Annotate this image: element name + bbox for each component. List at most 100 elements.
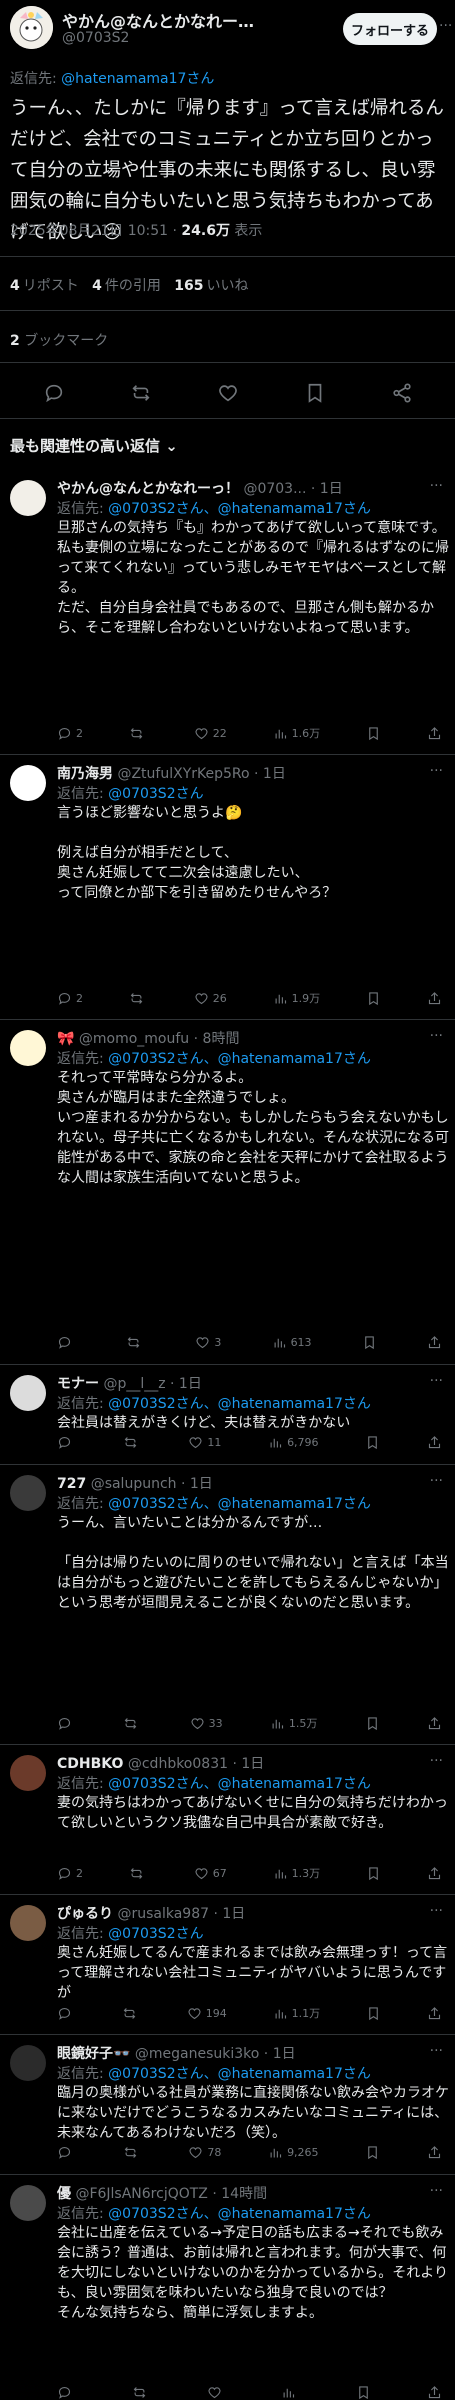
reply-time[interactable]: · 14時間: [212, 2186, 267, 2202]
author-name[interactable]: やかん@なんとかなれー…: [62, 8, 254, 32]
reply-time[interactable]: · 1日: [170, 1376, 202, 1392]
reply-button[interactable]: 2: [57, 1866, 83, 1881]
repost-button[interactable]: [129, 1866, 148, 1881]
reply-button[interactable]: [57, 1435, 76, 1450]
more-icon[interactable]: ···: [439, 18, 452, 34]
reply-item[interactable]: 🎀 @momo_moufu · 8時間 返信先: @0703S2さん、@hate…: [0, 1020, 455, 1365]
reply-item[interactable]: ぴゅるり @rusalka987 · 1日 返信先: @0703S2さん 奥さん…: [0, 1895, 455, 2035]
post-timestamp[interactable]: 2025年08月21日 10:51 ·: [10, 223, 181, 239]
views-button[interactable]: 9,265: [268, 2145, 319, 2160]
reply-time[interactable]: · 1日: [254, 766, 286, 782]
reply-author-handle[interactable]: @0703...: [243, 481, 306, 497]
reply-author-name[interactable]: 優: [57, 2186, 71, 2202]
reply-author-name[interactable]: やかん@なんとかなれーっ！: [57, 481, 239, 497]
author-avatar[interactable]: [10, 6, 53, 49]
reply-to-handle[interactable]: @hatenamama17さん: [61, 71, 214, 87]
bookmark-icon[interactable]: [304, 382, 326, 404]
reply-author-handle[interactable]: @cdhbko0831: [128, 1756, 228, 1772]
reply-author-name[interactable]: 眼鏡好子👓: [57, 2046, 130, 2062]
bookmark-button[interactable]: [366, 1866, 381, 1881]
reply-to-handles[interactable]: @0703S2さん、@hatenamama17さん: [108, 1776, 371, 1792]
reply-button[interactable]: [57, 2385, 76, 2400]
bookmark-button[interactable]: [356, 2385, 371, 2400]
reply-author-handle[interactable]: @ZtufulXYrKep5Ro: [117, 766, 249, 782]
reply-to-handles[interactable]: @0703S2さん、@hatenamama17さん: [108, 1396, 371, 1412]
share-button[interactable]: [427, 1866, 442, 1881]
like-button[interactable]: 11: [188, 1435, 221, 1450]
like-button[interactable]: 78: [188, 2145, 221, 2160]
bookmark-button[interactable]: [365, 2145, 380, 2160]
reply-item[interactable]: 眼鏡好子👓 @meganesuki3ko · 1日 返信先: @0703S2さん…: [0, 2035, 455, 2175]
like-icon[interactable]: [217, 382, 239, 404]
share-button[interactable]: [427, 1335, 442, 1350]
reply-avatar[interactable]: [10, 480, 46, 516]
sort-selector[interactable]: 最も関連性の高い返信 ⌄: [10, 435, 178, 456]
repost-button[interactable]: [122, 2006, 141, 2021]
reply-author-handle[interactable]: @p__l__z: [103, 1376, 165, 1392]
like-button[interactable]: 194: [187, 2006, 227, 2021]
reply-to-handles[interactable]: @0703S2さん: [108, 786, 203, 802]
repost-button[interactable]: [129, 726, 148, 741]
reply-avatar[interactable]: [10, 1375, 46, 1411]
more-icon[interactable]: ···: [430, 1903, 443, 1919]
share-button[interactable]: [427, 2006, 442, 2021]
repost-button[interactable]: [123, 1716, 142, 1731]
reply-author-handle[interactable]: @F6JlsAN6rcjQOTZ: [75, 2186, 207, 2202]
share-button[interactable]: [427, 2385, 442, 2400]
reply-author-name[interactable]: CDHBKO: [57, 1756, 123, 1772]
reply-author-name[interactable]: 🎀: [57, 1031, 74, 1047]
reply-author-name[interactable]: ぴゅるり: [57, 1906, 113, 1922]
reply-to-handles[interactable]: @0703S2さん: [108, 1926, 203, 1942]
reply-to-handles[interactable]: @0703S2さん、@hatenamama17さん: [108, 1051, 371, 1067]
reply-button[interactable]: [57, 2145, 76, 2160]
reply-author-handle[interactable]: @meganesuki3ko: [135, 2046, 259, 2062]
likes-stat[interactable]: 165 いいね: [174, 278, 248, 294]
share-button[interactable]: [427, 991, 442, 1006]
like-button[interactable]: 22: [194, 726, 227, 741]
more-icon[interactable]: ···: [430, 1373, 443, 1389]
repost-button[interactable]: [132, 2385, 151, 2400]
reply-avatar[interactable]: [10, 2185, 46, 2221]
reply-button[interactable]: [57, 1716, 76, 1731]
reply-item[interactable]: 南乃海男 @ZtufulXYrKep5Ro · 1日 返信先: @0703S2さ…: [0, 755, 455, 1020]
more-icon[interactable]: ···: [430, 763, 443, 779]
reply-time[interactable]: · 1日: [181, 1476, 213, 1492]
reply-avatar[interactable]: [10, 1905, 46, 1941]
more-icon[interactable]: ···: [430, 2183, 443, 2199]
like-button[interactable]: 26: [194, 991, 227, 1006]
reply-avatar[interactable]: [10, 765, 46, 801]
reply-item[interactable]: CDHBKO @cdhbko0831 · 1日 返信先: @0703S2さん、@…: [0, 1745, 455, 1895]
follow-button[interactable]: フォローする: [343, 13, 437, 45]
author-handle[interactable]: @0703S2: [62, 30, 129, 46]
share-button[interactable]: [427, 1435, 442, 1450]
bookmark-button[interactable]: [366, 726, 381, 741]
reply-item[interactable]: モナー @p__l__z · 1日 返信先: @0703S2さん、@hatena…: [0, 1365, 455, 1465]
bookmark-button[interactable]: [366, 2006, 381, 2021]
bookmarks-stat[interactable]: 2 ブックマーク: [10, 330, 108, 350]
like-button[interactable]: 3: [195, 1335, 221, 1350]
reply-to-handles[interactable]: @0703S2さん、@hatenamama17さん: [108, 1496, 371, 1512]
reply-button[interactable]: 2: [57, 726, 83, 741]
views-button[interactable]: 1.9万: [273, 990, 320, 1006]
reply-item[interactable]: 優 @F6JlsAN6rcjQOTZ · 14時間 返信先: @0703S2さん…: [0, 2175, 455, 2400]
reply-time[interactable]: · 1日: [264, 2046, 296, 2062]
reply-item[interactable]: 727 @salupunch · 1日 返信先: @0703S2さん、@hate…: [0, 1465, 455, 1745]
reply-time[interactable]: · 1日: [213, 1906, 245, 1922]
reply-author-name[interactable]: 727: [57, 1476, 86, 1492]
reply-author-handle[interactable]: @rusalka987: [117, 1906, 209, 1922]
repost-button[interactable]: [126, 1335, 145, 1350]
reply-time[interactable]: · 1日: [232, 1756, 264, 1772]
reposts-stat[interactable]: 4 リポスト: [10, 278, 79, 294]
quotes-stat[interactable]: 4 件の引用: [92, 278, 161, 294]
like-button[interactable]: [207, 2385, 226, 2400]
more-icon[interactable]: ···: [430, 1473, 443, 1489]
repost-icon[interactable]: [130, 382, 152, 404]
more-icon[interactable]: ···: [430, 478, 443, 494]
share-button[interactable]: [427, 2145, 442, 2160]
reply-button[interactable]: 2: [57, 991, 83, 1006]
reply-avatar[interactable]: [10, 1755, 46, 1791]
views-button[interactable]: 6,796: [268, 1435, 319, 1450]
repost-button[interactable]: [123, 2145, 142, 2160]
views-button[interactable]: 1.6万: [273, 725, 320, 741]
reply-to-handles[interactable]: @0703S2さん、@hatenamama17さん: [108, 2206, 371, 2222]
